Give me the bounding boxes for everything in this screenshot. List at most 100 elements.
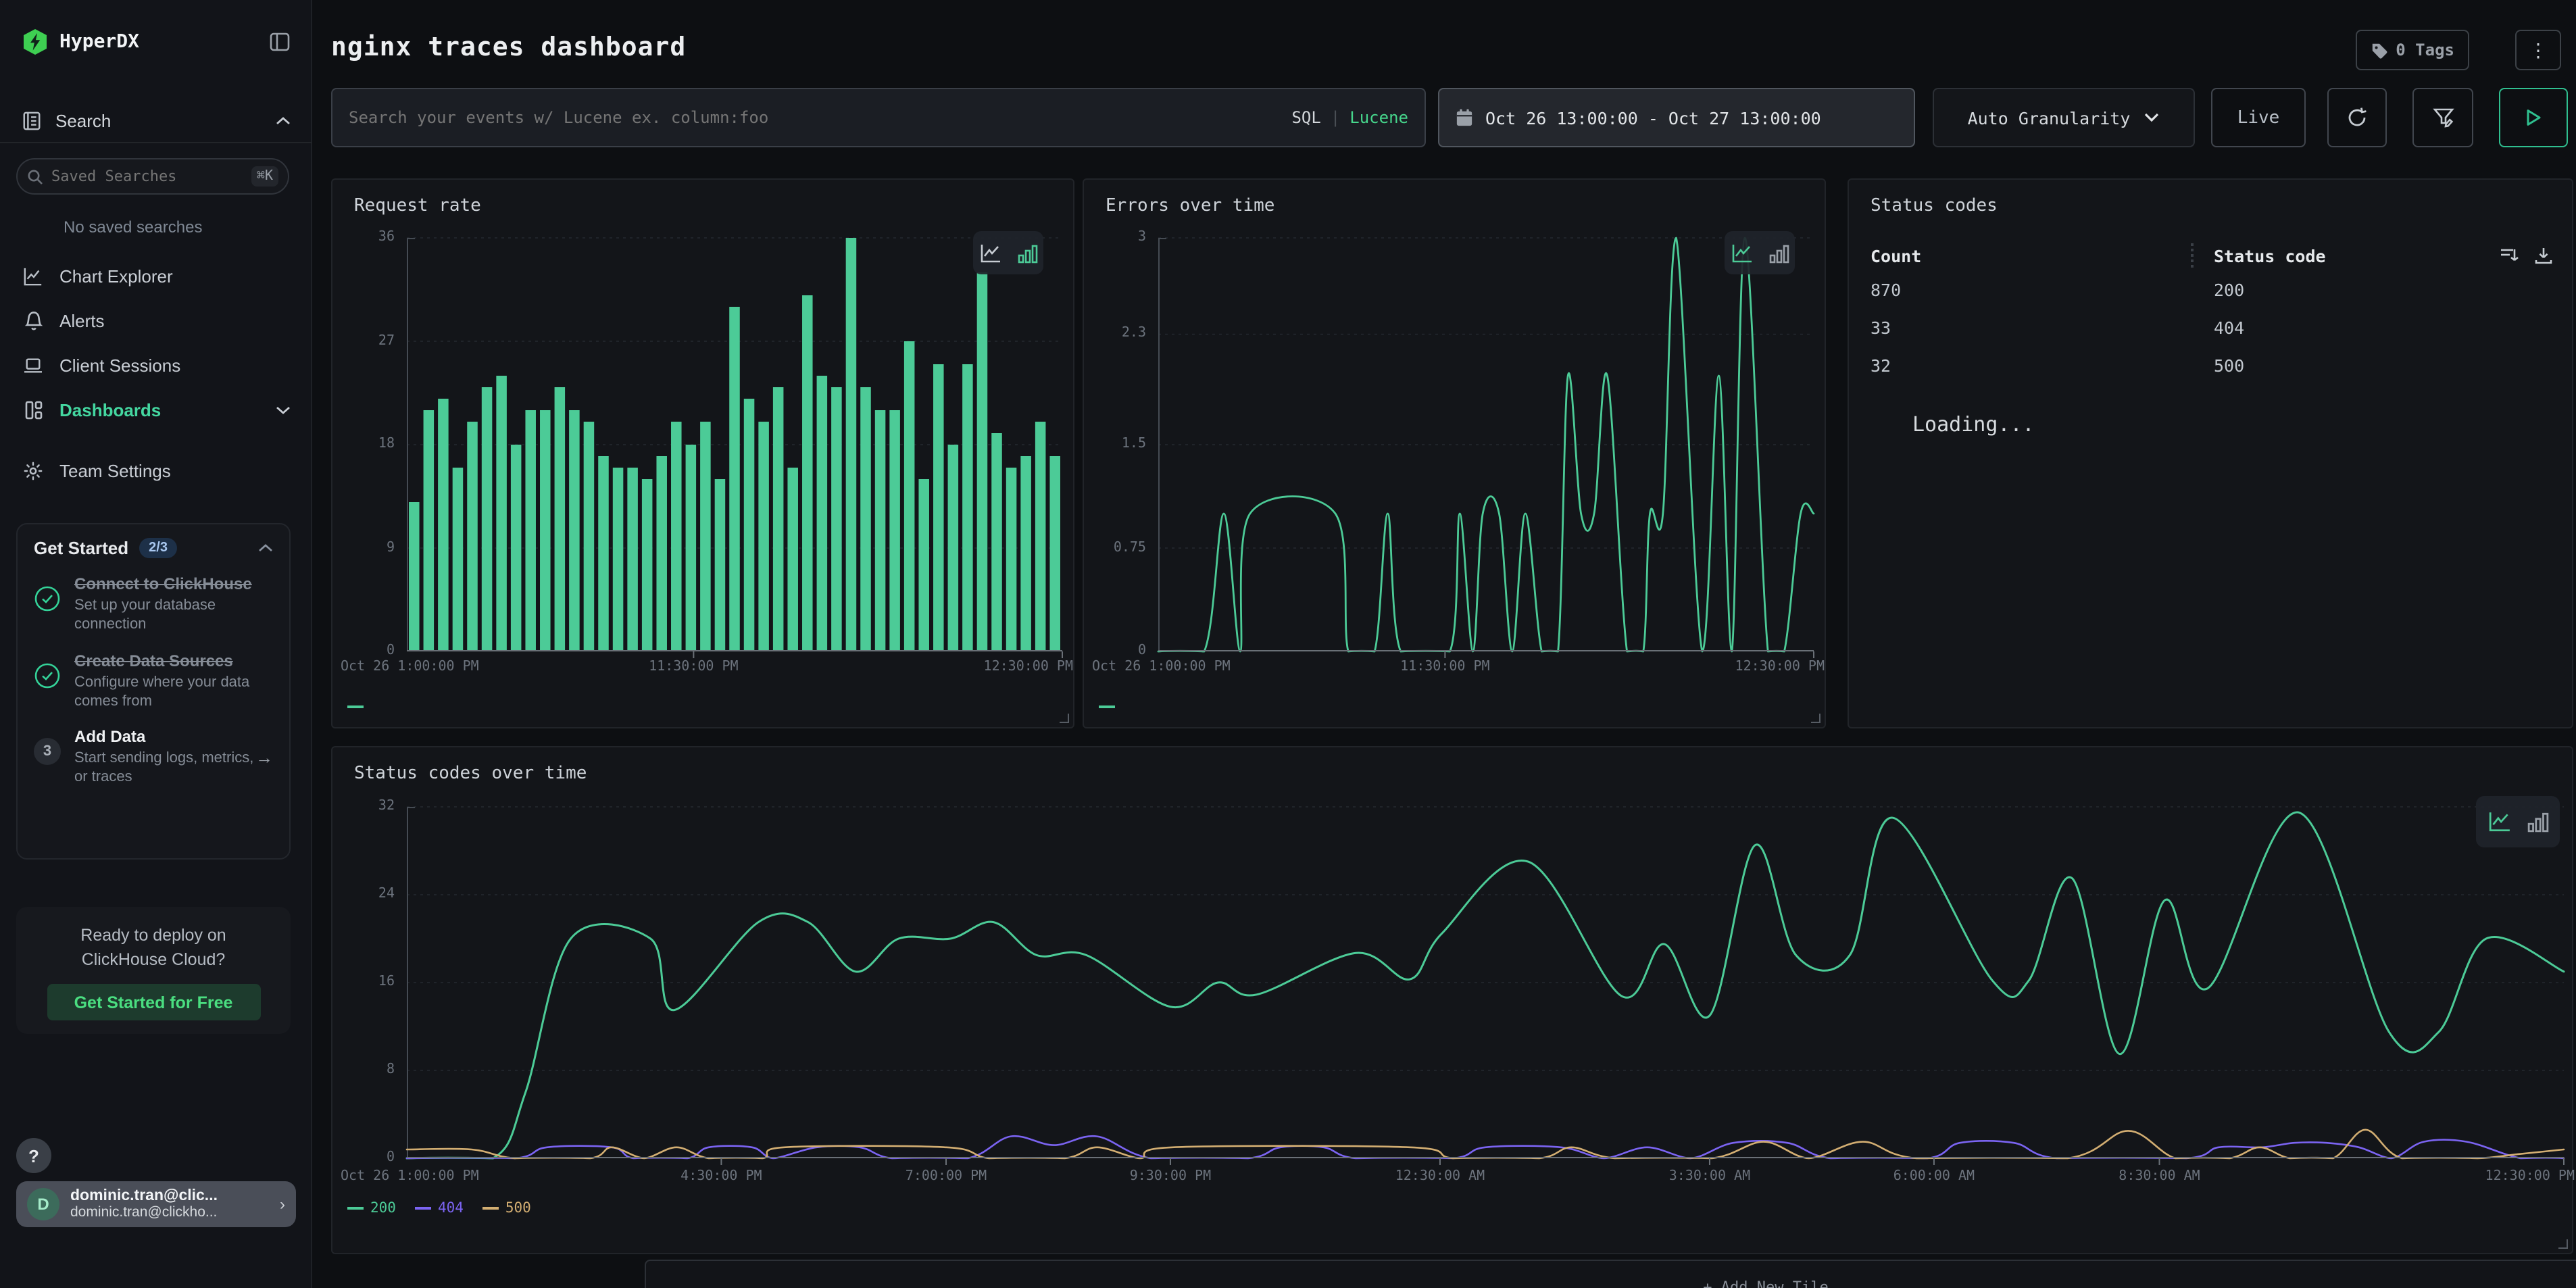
saved-searches-input[interactable]: ⌘K — [16, 158, 289, 195]
cell-status-code: 500 — [2214, 355, 2244, 376]
sidebar-item-team-settings[interactable]: Team Settings — [0, 449, 312, 493]
check-circle-icon — [34, 651, 74, 711]
chevron-down-icon — [2144, 112, 2160, 123]
step-desc: Start sending logs, metrics, or traces — [74, 749, 255, 787]
legend-item[interactable]: 404 — [415, 1200, 464, 1216]
run-query-button[interactable] — [2499, 88, 2568, 147]
bar-chart-toggle-icon[interactable] — [2527, 811, 2548, 833]
help-button[interactable]: ? — [16, 1138, 51, 1173]
sidebar-item-search[interactable]: Search — [0, 103, 312, 138]
column-header-status-code[interactable]: Status code — [2214, 245, 2326, 266]
y-axis-tick-label: 8 — [332, 1062, 395, 1077]
tags-label: 0 Tags — [2396, 41, 2454, 59]
play-icon — [2525, 108, 2542, 127]
check-circle-icon — [34, 574, 74, 635]
table-row[interactable]: 33404 — [1849, 318, 2572, 350]
chevron-up-icon[interactable] — [258, 543, 273, 553]
dashboard-grid-icon — [22, 400, 45, 420]
resize-handle[interactable] — [2558, 1239, 2568, 1249]
table-header: Count Status code — [1849, 239, 2572, 272]
get-started-title: Get Started — [34, 538, 128, 558]
loading-text: Loading... — [1912, 412, 2035, 437]
saved-searches-field[interactable] — [51, 168, 251, 185]
granularity-select[interactable]: Auto Granularity — [1933, 88, 2195, 147]
column-divider[interactable] — [2191, 243, 2194, 268]
resize-handle[interactable] — [1060, 714, 1069, 723]
x-axis-tick-label: Oct 26 1:00:00 PM — [341, 1169, 479, 1184]
legend-item[interactable] — [347, 705, 364, 708]
line-chart-toggle-icon[interactable] — [979, 243, 1001, 263]
get-started-free-button[interactable]: Get Started for Free — [47, 985, 260, 1021]
bar-chart-toggle-icon[interactable] — [1768, 243, 1789, 263]
sidebar-item-chart-explorer[interactable]: Chart Explorer — [0, 254, 312, 299]
live-button[interactable]: Live — [2211, 88, 2306, 147]
x-axis-tick-label: 4:30:00 PM — [680, 1169, 762, 1184]
filter-button[interactable] — [2412, 88, 2473, 147]
brand-title: HyperDX — [59, 31, 269, 53]
user-email: dominic.tran@clickho... — [70, 1204, 280, 1220]
bar-chart-toggle-icon[interactable] — [1017, 243, 1037, 263]
sidebar-item-alerts[interactable]: Alerts — [0, 299, 312, 343]
tags-button[interactable]: 0 Tags — [2355, 30, 2469, 70]
tile-request-rate: Request rate 36271890Oct 26 1:00:00 PM11… — [331, 178, 1074, 728]
download-icon[interactable] — [2534, 246, 2553, 265]
toolbar: SQL | Lucene Oct 26 13:00:00 - Oct 27 13… — [314, 88, 2576, 147]
y-axis-tick-label: 36 — [332, 230, 395, 245]
sidebar-item-dashboards[interactable]: Dashboards — [0, 388, 312, 432]
y-axis-tick-label: 3 — [1084, 230, 1146, 245]
get-started-step-1[interactable]: Connect to ClickHouse Set up your databa… — [34, 574, 273, 635]
table-row[interactable]: 32 500 — [1849, 355, 2572, 388]
legend-item[interactable]: 200 — [347, 1200, 396, 1216]
table-row[interactable]: 870200 — [1849, 280, 2572, 312]
kebab-menu-button[interactable]: ⋮ — [2515, 30, 2561, 70]
chart-type-toggle — [973, 231, 1043, 274]
sidebar-item-label: Client Sessions — [59, 355, 291, 376]
magnifier-icon — [27, 168, 43, 184]
cell-count: 32 — [1871, 355, 1891, 376]
column-header-count[interactable]: Count — [1871, 245, 1921, 266]
main-content: nginx traces dashboard 0 Tags ⋮ SQL | Lu… — [314, 0, 2576, 1288]
shortcut-badge: ⌘K — [251, 166, 278, 187]
legend-item[interactable] — [1099, 705, 1115, 708]
sql-toggle[interactable]: SQL — [1291, 108, 1320, 127]
resize-handle[interactable] — [1811, 714, 1820, 723]
chart-line-icon — [22, 266, 45, 287]
legend-dash — [1099, 705, 1115, 708]
add-new-tile-label: + Add New Tile — [1703, 1280, 1828, 1288]
sidebar-item-label: Team Settings — [59, 461, 291, 481]
event-search-box[interactable]: SQL | Lucene — [331, 88, 1426, 147]
sort-columns-icon[interactable] — [2499, 246, 2519, 265]
refresh-icon — [2346, 107, 2368, 128]
legend-item[interactable]: 500 — [482, 1200, 531, 1216]
sidebar-item-label: Dashboards — [59, 400, 276, 420]
tile-title: Status codes over time — [354, 764, 587, 784]
user-menu[interactable]: D dominic.tran@clic... dominic.tran@clic… — [16, 1181, 296, 1227]
legend-dash — [415, 1207, 431, 1210]
tile-status-codes: Status codes Count Status code 870200334… — [1848, 178, 2573, 728]
step-title: Create Data Sources — [74, 651, 273, 670]
sidebar-divider — [0, 142, 312, 143]
refresh-button[interactable] — [2327, 88, 2387, 147]
get-started-step-3[interactable]: 3 Add Data Start sending logs, metrics, … — [34, 727, 273, 787]
lucene-toggle[interactable]: Lucene — [1349, 108, 1408, 127]
get-started-step-2[interactable]: Create Data Sources Configure where your… — [34, 651, 273, 711]
clickhouse-cloud-promo: Ready to deploy on ClickHouse Cloud? Get… — [16, 907, 291, 1034]
cell-count: 870 — [1871, 280, 1901, 300]
x-axis-tick-label: 9:30:00 PM — [1130, 1169, 1211, 1184]
chart-legend: 200 404 500 — [347, 1200, 531, 1216]
search-results-icon — [22, 110, 42, 130]
get-started-progress-badge: 2/3 — [139, 538, 177, 558]
sidebar-item-client-sessions[interactable]: Client Sessions — [0, 343, 312, 388]
toggle-divider: | — [1331, 108, 1340, 127]
line-chart-toggle-icon[interactable] — [1731, 243, 1752, 263]
event-search-input[interactable] — [349, 108, 1291, 127]
line-chart-toggle-icon[interactable] — [2487, 811, 2510, 833]
date-range-picker[interactable]: Oct 26 13:00:00 - Oct 27 13:00:00 — [1438, 88, 1915, 147]
y-axis-tick-label: 9 — [332, 540, 395, 555]
x-axis-tick-label: 12:30:00 PM — [2485, 1169, 2575, 1184]
collapse-sidebar-icon[interactable] — [269, 31, 291, 53]
x-axis-tick-label: 3:30:00 AM — [1669, 1169, 1750, 1184]
tile-title: Request rate — [354, 196, 481, 216]
add-new-tile-button[interactable]: + Add New Tile — [645, 1260, 2576, 1288]
sidebar: HyperDX Search ⌘K No saved searches Char… — [0, 0, 312, 1288]
